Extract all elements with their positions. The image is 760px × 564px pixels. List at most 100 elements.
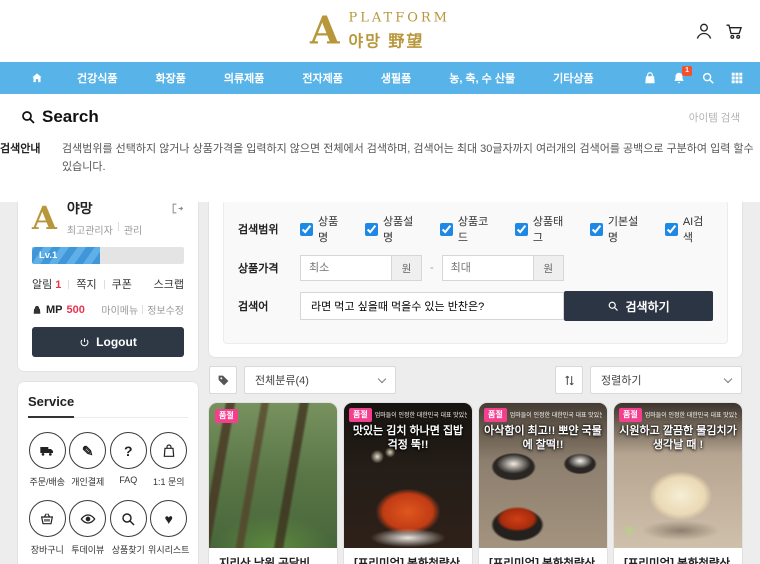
product-image: 품절 엄마들이 인정한 대한민국 대표 맛있는 김치 시원하고 깔끔한 물김치가… <box>614 403 742 548</box>
message-link[interactable]: 쪽지 <box>76 276 96 292</box>
soldout-badge: 품절 <box>619 408 642 422</box>
category-select[interactable]: 전체분류(4) <box>244 366 396 394</box>
product-card[interactable]: 품절 엄마들이 인정한 대한민국 대표 맛있는 김치 맛있는 김치 하나면 집밥… <box>344 403 472 564</box>
page-title-bar: Search 아이템 검색 <box>0 94 760 140</box>
search-submit-button[interactable]: 검색하기 <box>564 291 713 321</box>
find-product-button[interactable] <box>110 500 147 537</box>
scope-checkbox-name[interactable]: 상품명 <box>300 213 348 245</box>
image-headline: 맛있는 김치 하나면 집밥 걱정 뚝!! <box>344 424 472 453</box>
payment-icon: ✎ <box>82 444 94 458</box>
main-nav: 건강식품 화장품 의류제품 전자제품 생필품 농, 축, 수 산물 기타상품 1 <box>0 62 760 94</box>
scope-checkbox-basic[interactable]: 기본설명 <box>590 213 648 245</box>
exit-icon[interactable] <box>171 202 184 215</box>
grid-menu-icon[interactable] <box>730 71 744 85</box>
profile-manage-link[interactable]: 관리 <box>124 222 142 237</box>
keyword-input[interactable] <box>300 292 564 320</box>
point-pouch-icon <box>32 305 42 315</box>
product-image: 품절 엄마들이 인정한 대한민국 대표 맛있는 김치 맛있는 김치 하나면 집밥… <box>344 403 472 548</box>
home-icon[interactable] <box>16 71 58 85</box>
cart-button[interactable] <box>29 500 66 537</box>
nav-item-electronics[interactable]: 전자제품 <box>283 70 361 86</box>
scope-checkbox-tag[interactable]: 상품태그 <box>515 213 573 245</box>
product-title: 지리산 남원 곤달비 <box>219 556 327 564</box>
coupon-link[interactable]: 쿠폰 <box>112 276 132 292</box>
search-form: 검색범위 상품명 상품설명 상품코드 상품태그 기본설명 AI검색 상품가격 원 <box>223 200 728 344</box>
brand-name-en: PLATFORM <box>348 11 450 26</box>
order-delivery-button[interactable] <box>29 432 66 469</box>
eye-icon <box>80 511 96 527</box>
today-view-button[interactable] <box>69 500 106 537</box>
logout-button[interactable]: Logout <box>32 327 184 357</box>
service-item-cart[interactable]: 장바구니 <box>28 500 67 556</box>
brand-name-kr: 야망 野望 <box>348 28 450 52</box>
user-icon[interactable] <box>694 21 714 41</box>
filter-row: 전체분류(4) 정렬하기 <box>209 366 742 394</box>
service-item-orders[interactable]: 주문/배송 <box>28 432 67 488</box>
keyword-label: 검색어 <box>238 298 300 314</box>
personal-payment-button[interactable]: ✎ <box>69 432 106 469</box>
page-title-text: Search <box>42 107 99 127</box>
bell-icon[interactable]: 1 <box>672 71 686 85</box>
profile-role: 최고관리자 <box>67 222 113 237</box>
wishlist-button[interactable]: ♥ <box>150 500 187 537</box>
price-max-input[interactable] <box>443 256 533 280</box>
question-icon: ? <box>124 444 133 458</box>
chevron-down-icon <box>724 374 732 382</box>
main-column: 상품검색 홈 > 아이템검색 검색범위 상품명 상품설명 상품코드 상품태그 <box>209 150 742 564</box>
price-min-input[interactable] <box>301 256 391 280</box>
editinfo-link[interactable]: 정보수정 <box>147 302 184 317</box>
alarm-link[interactable]: 알림1 <box>32 276 61 292</box>
mymenu-link[interactable]: 마이메뉴 <box>101 302 138 317</box>
nav-item-agriculture[interactable]: 농, 축, 수 산물 <box>430 70 534 86</box>
product-image: 품절 <box>209 403 337 548</box>
nav-item-clothing[interactable]: 의류제품 <box>205 70 283 86</box>
image-headline: 시원하고 깔끔한 물김치가 생각날 때 ! <box>614 424 742 453</box>
product-card[interactable]: 품절 엄마들이 인정한 대한민국 대표 맛있는 김치 시원하고 깔끔한 물김치가… <box>614 403 742 564</box>
nav-item-cosmetics[interactable]: 화장품 <box>136 70 204 86</box>
search-icon[interactable] <box>701 71 715 85</box>
mp-value: 500 <box>67 304 85 316</box>
divider <box>118 222 119 231</box>
service-heading: Service <box>28 394 188 418</box>
product-title: [프리미엄] 봉화청량산 국산 포기김치 5kg <box>354 556 462 564</box>
service-item-wishlist[interactable]: ♥ 위시리스트 <box>150 500 189 556</box>
heart-icon: ♥ <box>165 512 173 526</box>
basket-icon <box>39 511 55 527</box>
alarm-count: 1 <box>55 279 61 291</box>
bag-icon[interactable] <box>643 71 657 85</box>
page-title: Search <box>20 107 99 127</box>
service-item-findproduct[interactable]: 상품찾기 <box>109 500 148 556</box>
level-label: Lv.1 <box>39 250 57 261</box>
nav-item-etc[interactable]: 기타상품 <box>534 70 612 86</box>
cart-icon[interactable] <box>724 21 744 41</box>
service-item-todayview[interactable]: 투데이뷰 <box>69 500 108 556</box>
soldout-badge: 품절 <box>215 409 238 423</box>
soldout-badge: 품절 <box>349 408 372 422</box>
product-card[interactable]: 품절 지리산 남원 곤달비 신선함을 지니고 있는 배추김치 <box>209 403 337 564</box>
brand-monogram: A <box>310 14 339 48</box>
guide-text: 검색범위를 선택하지 않거나 상품가격을 입력하지 않으면 전체에서 검색하며,… <box>62 140 760 176</box>
scope-checkbox-description[interactable]: 상품설명 <box>365 213 423 245</box>
inquiry-button[interactable] <box>150 432 187 469</box>
product-title: [프리미엄] 봉화청량산 국산 석박지 5kg <box>489 556 597 564</box>
search-icon <box>120 511 136 527</box>
faq-button[interactable]: ? <box>110 432 147 469</box>
avatar: A <box>32 202 57 234</box>
image-headline: 아삭함이 최고!! 뽀얀 국물에 찰떡!! <box>479 424 607 453</box>
nav-item-daily[interactable]: 생필품 <box>362 70 430 86</box>
range-separator: - <box>430 262 434 274</box>
bag-icon <box>161 443 177 459</box>
service-item-payment[interactable]: ✎ 개인결제 <box>69 432 108 488</box>
product-card[interactable]: 품절 엄마들이 인정한 대한민국 대표 맛있는 김치 아삭함이 최고!! 뽀얀 … <box>479 403 607 564</box>
scope-checkbox-code[interactable]: 상품코드 <box>440 213 498 245</box>
product-grid: 품절 지리산 남원 곤달비 신선함을 지니고 있는 배추김치 품절 엄마들이 인… <box>209 403 742 564</box>
search-title-icon <box>20 109 36 125</box>
brand-logo[interactable]: A PLATFORM 야망 野望 <box>310 11 450 52</box>
scrap-link[interactable]: 스크랩 <box>154 276 184 292</box>
nav-item-health[interactable]: 건강식품 <box>58 70 136 86</box>
service-item-inquiry[interactable]: 1:1 문의 <box>150 432 189 488</box>
sort-select[interactable]: 정렬하기 <box>590 366 742 394</box>
service-item-faq[interactable]: ? FAQ <box>109 432 148 488</box>
scope-checkbox-ai[interactable]: AI검색 <box>665 213 713 245</box>
sidebar: Profile A 야망 최고관리자 관리 Lv.1 <box>18 150 198 564</box>
